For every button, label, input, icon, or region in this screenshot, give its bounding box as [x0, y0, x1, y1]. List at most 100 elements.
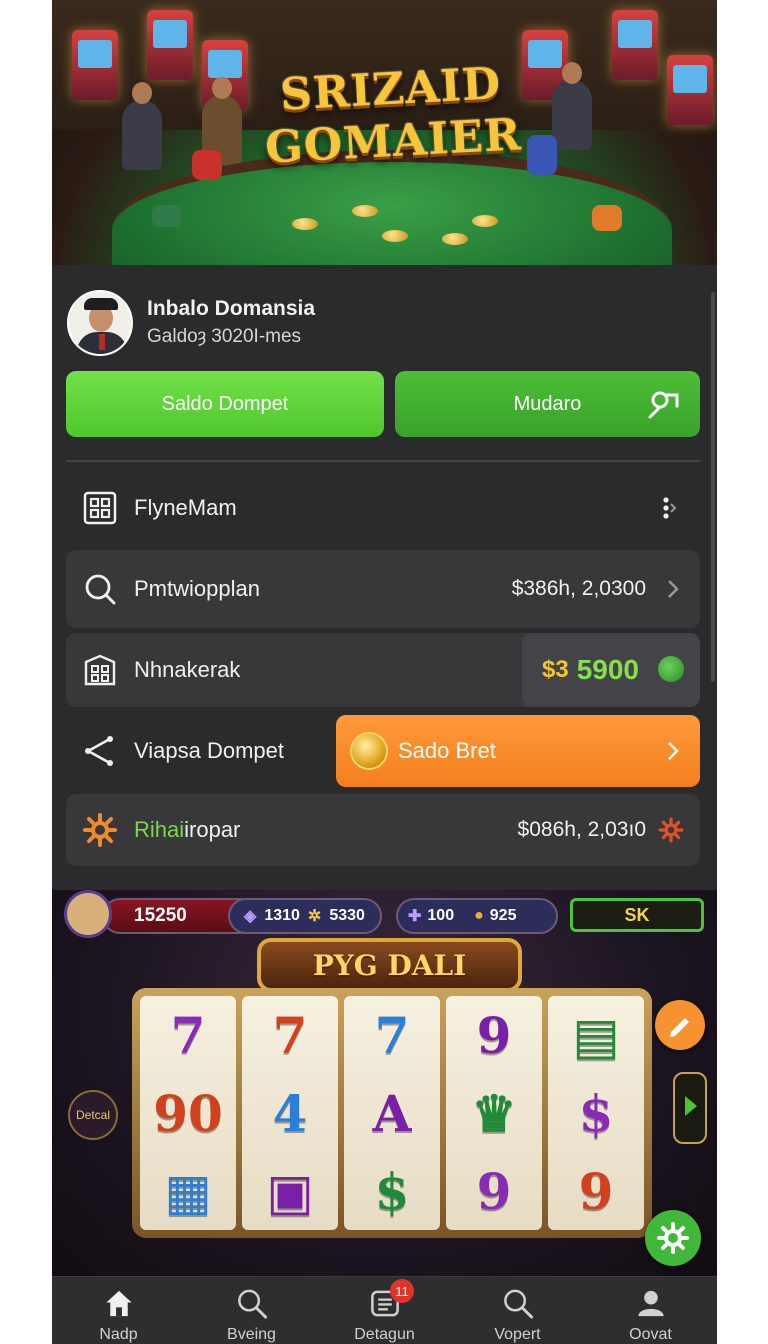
reel-symbol: ▦: [164, 1161, 212, 1221]
gold-coin-icon: [350, 732, 388, 770]
gem-icon: ◈: [244, 908, 257, 925]
notification-badge: 11: [390, 1279, 414, 1303]
reel-symbol: 4: [272, 1083, 308, 1143]
share-icon: [85, 736, 113, 766]
gold-coin: [352, 205, 378, 217]
chip-stack: [152, 205, 182, 227]
menu-row-nhnakerak[interactable]: Nhnakerak $3 5900: [66, 633, 700, 707]
gear-icon: [83, 813, 117, 847]
nav-label: Vopert: [494, 1326, 541, 1343]
chip-stack: [592, 205, 622, 231]
avatar[interactable]: [67, 290, 133, 356]
reel-symbol: 90: [153, 1083, 223, 1143]
reel-symbol: 9: [578, 1161, 614, 1221]
nav-item-discover[interactable]: Vopert: [451, 1277, 584, 1344]
reel-symbol: $: [578, 1083, 614, 1143]
balance-amount-box[interactable]: $3 5900: [522, 633, 700, 707]
profile-name: Inbalo Domansia: [147, 297, 316, 320]
patron-figure: [122, 82, 162, 170]
gold-coin: [292, 218, 318, 230]
tickets-value: 100: [427, 907, 455, 924]
profile-subtitle: Galdoȝ 3020I-mes: [147, 326, 302, 347]
search-icon: [503, 1289, 533, 1319]
balance-bet-label: Sado Bret: [398, 738, 496, 763]
nav-item-home[interactable]: Nadp: [52, 1277, 185, 1344]
reel-column: 7 4 ▣: [242, 996, 338, 1230]
scrollbar[interactable]: [711, 292, 715, 682]
play-arrow-button[interactable]: [673, 1072, 707, 1144]
app-screen: SRIZAID GOMAIER Inbalo Domansia Galdoȝ 3…: [52, 0, 717, 1344]
coin-icon: [658, 656, 684, 682]
slot-reels[interactable]: 7 90 ▦ 7 4 ▣ 7 A $9 ♛ 9 ▤ $9: [132, 988, 652, 1238]
nav-item-list[interactable]: 11 Detagun: [318, 1277, 451, 1344]
search-icon: [237, 1289, 267, 1319]
game-logo: SRIZAID GOMAIER: [254, 57, 529, 175]
nav-item-search[interactable]: Bveing: [185, 1277, 318, 1344]
currency-label: $3: [542, 656, 569, 683]
tickets-counter: ✚ 100 ● 925: [396, 898, 558, 934]
slot-machine-image: [72, 30, 118, 100]
menu-row-rihairopar[interactable]: Rihaiiropar $086h, 2,03ı0: [66, 794, 700, 866]
edit-fab[interactable]: [655, 1000, 705, 1050]
change-button[interactable]: Mudaro: [395, 371, 700, 437]
gold-coin: [442, 233, 468, 245]
reel-symbol: A: [372, 1083, 412, 1143]
gems-value: 1310: [264, 907, 300, 924]
slot-machine-image: [667, 55, 713, 125]
chevron-right-icon: [668, 580, 679, 598]
ticket-icon: ✚: [408, 908, 422, 925]
reel-column: 9 ♛ 9: [446, 996, 542, 1230]
change-label: Mudaro: [513, 392, 582, 415]
play-icon: [685, 1096, 697, 1116]
detail-button[interactable]: Detcal: [68, 1090, 118, 1140]
menu-row-label: Nhnakerak: [134, 657, 241, 682]
nav-item-profile[interactable]: Oovat: [584, 1277, 717, 1344]
hero-banner: SRIZAID GOMAIER: [52, 0, 717, 265]
building-icon: [84, 654, 116, 686]
home-icon: [105, 1290, 132, 1317]
coins-value: 5330: [329, 907, 365, 924]
score-value: 15250: [134, 905, 187, 926]
nav-label: Nadp: [99, 1326, 138, 1343]
nav-label: Bveing: [227, 1326, 276, 1343]
more-vertical-icon[interactable]: [660, 496, 678, 520]
sk-label: SK: [624, 904, 650, 925]
drops-value: 925: [489, 907, 517, 924]
coin-icon: ✲: [307, 908, 322, 925]
profile-header: Inbalo Domansia Galdoȝ 3020I-mes: [67, 290, 315, 356]
gold-coin: [382, 230, 408, 242]
reel-grid: 7 90 ▦ 7 4 ▣ 7 A $9 ♛ 9 ▤ $9: [140, 996, 644, 1230]
reel-symbol: ▣: [266, 1161, 314, 1221]
slot-machine-image: [612, 10, 658, 80]
player-avatar[interactable]: [64, 890, 112, 938]
slot-game-preview[interactable]: 15250 ◈ 1310 ✲ 5330 ✚ 100 ● 925 SK PYG D…: [52, 890, 717, 1280]
menu-row-viapsa-dompet[interactable]: Viapsa Dompet Sado Bret: [66, 715, 700, 787]
game-title: PYG DALI: [312, 948, 467, 982]
wallet-balance-button[interactable]: Saldo Dompet: [66, 371, 384, 437]
menu-row-flynemam[interactable]: FlyneMam: [66, 472, 700, 544]
pencil-icon: [670, 1018, 689, 1037]
reel-symbol: 7: [272, 1005, 308, 1065]
menu-row-label: Viapsa Dompet: [134, 738, 285, 763]
balance-bet-button[interactable]: Sado Bret: [336, 715, 700, 787]
sk-button[interactable]: SK: [570, 898, 704, 932]
menu-row-label: Pmtwiopplan: [134, 576, 260, 601]
user-icon: [637, 1290, 664, 1317]
menu-row-value: $086h, 2,03ı0: [517, 818, 646, 841]
reel-symbol: ♛: [471, 1083, 517, 1143]
menu-row-label: FlyneMam: [134, 495, 237, 520]
wallet-balance-label: Saldo Dompet: [161, 392, 289, 415]
nav-label: Oovat: [629, 1326, 672, 1343]
reel-symbol: 9: [476, 1005, 512, 1065]
gear-icon: [657, 1222, 689, 1254]
settings-fab[interactable]: [645, 1210, 701, 1266]
menu-row-label: Rihaiiropar: [134, 817, 240, 843]
search-icon: [85, 574, 116, 605]
swap-icon: [648, 391, 679, 419]
menu-row-value: $386h, 2,0300: [511, 577, 646, 600]
divider: [66, 460, 700, 462]
menu-row-pmtwiopplan[interactable]: Pmtwiopplan $386h, 2,0300: [66, 550, 700, 628]
settings-icon[interactable]: [658, 817, 684, 843]
bottom-navigation: Nadp Bveing 11 Detagun Vopert Oovat: [52, 1276, 717, 1344]
reel-symbol: ▤: [572, 1005, 620, 1065]
